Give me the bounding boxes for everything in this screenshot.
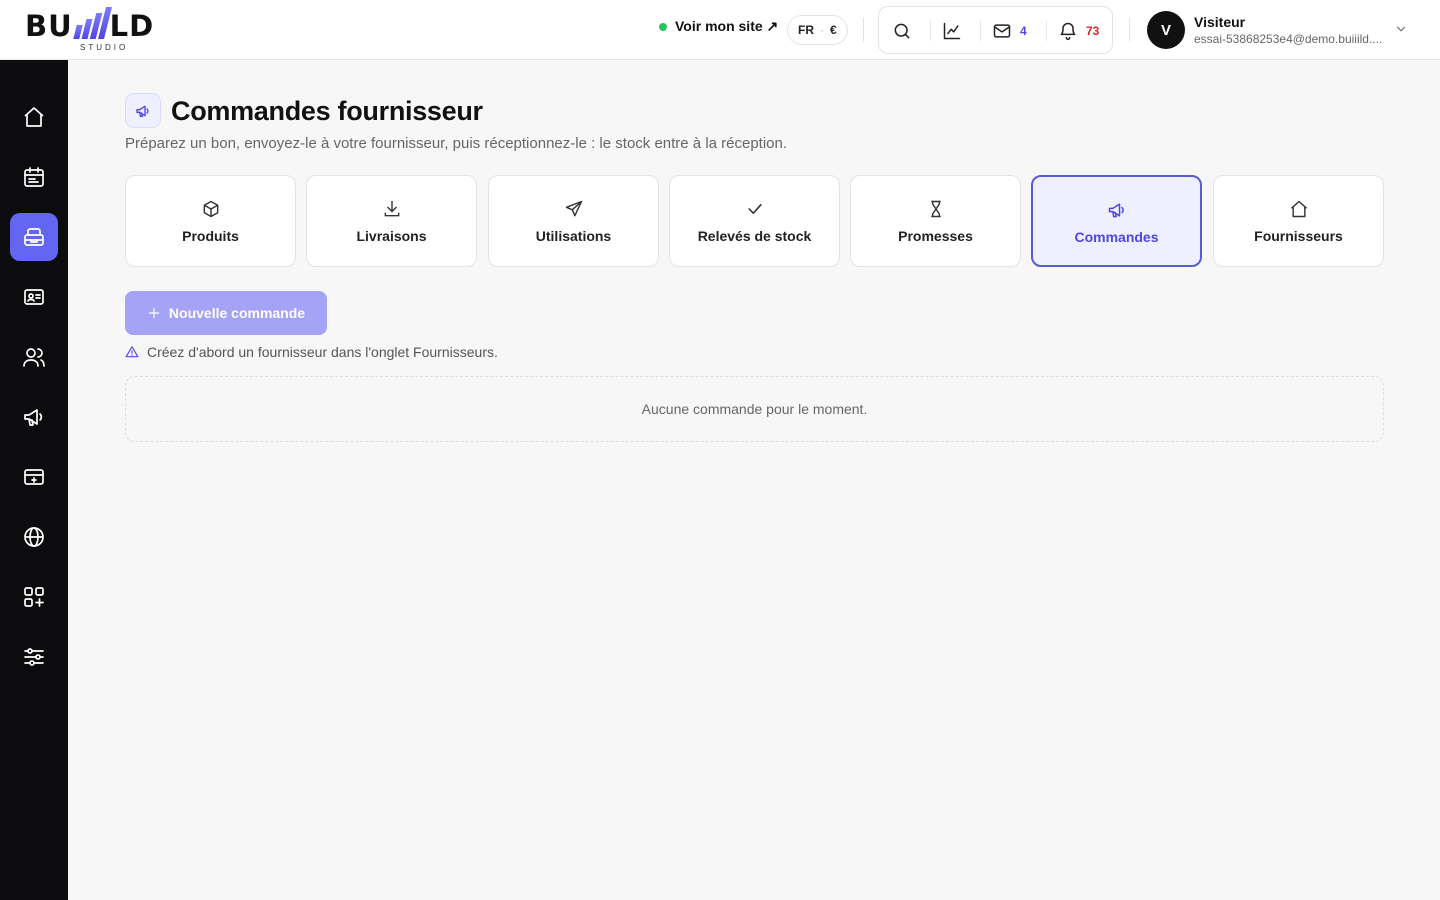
box-icon	[203, 200, 218, 218]
apps-add-icon	[24, 587, 44, 607]
language-currency-selector[interactable]: FR · €	[787, 15, 848, 45]
sidebar-item-website[interactable]	[10, 513, 58, 561]
online-status-dot	[659, 22, 667, 31]
notifications-button[interactable]: 73	[1046, 19, 1100, 43]
supplier-warning: Créez d'abord un fournisseur dans l'ongl…	[125, 344, 498, 360]
tab-utilisations[interactable]: Utilisations	[488, 175, 659, 267]
contact-card-icon	[24, 289, 44, 305]
sidebar	[0, 60, 68, 900]
sidebar-item-settings[interactable]	[10, 633, 58, 681]
tab-produits[interactable]: Produits	[125, 175, 296, 267]
user-menu[interactable]: V Visiteur essai-53868253e4@demo.buiiild…	[1147, 11, 1392, 49]
search-button[interactable]	[892, 19, 912, 43]
logo-subtitle: STUDIO	[80, 43, 129, 52]
chart-line-icon	[943, 22, 961, 40]
toolbar-divider	[1046, 21, 1047, 41]
sidebar-item-payments[interactable]	[10, 453, 58, 501]
tab-label: Promesses	[898, 228, 973, 244]
sidebar-item-home[interactable]	[10, 93, 58, 141]
download-icon	[384, 200, 399, 217]
megaphone-icon	[1108, 203, 1124, 218]
empty-state-text: Aucune commande pour le moment.	[641, 401, 868, 417]
chevron-down-icon[interactable]	[1394, 22, 1408, 36]
notifications-count-badge: 73	[1086, 24, 1100, 38]
tab-label: Produits	[182, 228, 239, 244]
warning-text: Créez d'abord un fournisseur dans l'ongl…	[147, 344, 498, 360]
language-code: FR	[798, 23, 814, 37]
page-subtitle: Préparez un bon, envoyez-le à votre four…	[125, 135, 788, 152]
page-title: Commandes fournisseur	[171, 96, 483, 126]
home-icon	[24, 107, 44, 127]
inventory-icon	[24, 228, 44, 246]
sidebar-item-contacts[interactable]	[10, 273, 58, 321]
inventory-tabs: Produits Livraisons Utilisations Relevés…	[125, 175, 1384, 267]
users-icon	[23, 348, 45, 367]
warning-triangle-icon	[125, 346, 139, 358]
megaphone-icon	[24, 409, 43, 426]
separator-dot: ·	[820, 23, 824, 37]
toolbar-divider	[980, 21, 981, 41]
user-email: essai-53868253e4@demo.buiiild....	[1194, 31, 1383, 46]
view-site-label: Voir mon site ↗	[675, 18, 779, 34]
header-toolbar: 4 73	[878, 6, 1113, 54]
currency-symbol: €	[830, 23, 837, 37]
brand-logo[interactable]: BU LD STUDIO	[25, 7, 185, 53]
header-divider	[1129, 18, 1130, 42]
hourglass-icon	[930, 200, 941, 218]
sidebar-item-marketing[interactable]	[10, 393, 58, 441]
plus-icon	[148, 307, 160, 319]
sidebar-item-users[interactable]	[10, 333, 58, 381]
logo-text-right: LD	[109, 9, 155, 43]
search-icon	[894, 23, 910, 39]
tab-commandes[interactable]: Commandes	[1031, 175, 1202, 267]
sidebar-item-inventory[interactable]	[10, 213, 58, 261]
logo-bars-icon	[72, 7, 112, 39]
calendar-icon	[24, 167, 44, 187]
tab-label: Livraisons	[356, 228, 427, 244]
top-bar: BU LD STUDIO Voir mon site ↗ FR · € 4 73…	[0, 0, 1440, 60]
logo-text-left: BU	[25, 9, 73, 43]
new-order-button[interactable]: Nouvelle commande	[125, 291, 327, 335]
avatar: V	[1147, 11, 1185, 49]
new-order-label: Nouvelle commande	[168, 305, 306, 321]
view-site-link[interactable]: Voir mon site ↗	[659, 18, 778, 35]
tab-label: Fournisseurs	[1254, 228, 1343, 244]
messages-button[interactable]: 4	[980, 19, 1027, 43]
page-title-icon	[125, 93, 161, 128]
tab-label: Commandes	[1074, 229, 1159, 245]
bell-icon	[1060, 22, 1076, 41]
analytics-button[interactable]	[930, 19, 962, 43]
mail-icon	[993, 24, 1011, 38]
payment-card-icon	[24, 469, 44, 485]
user-name: Visiteur	[1194, 13, 1246, 30]
globe-icon	[24, 527, 44, 547]
header-divider	[863, 18, 864, 42]
tab-label: Relevés de stock	[697, 228, 812, 244]
home-icon	[1290, 200, 1307, 218]
empty-state: Aucune commande pour le moment.	[125, 376, 1384, 442]
sliders-icon	[24, 648, 44, 666]
check-icon	[747, 204, 762, 214]
toolbar-divider	[930, 21, 931, 41]
tab-label: Utilisations	[535, 228, 612, 244]
tab-livraisons[interactable]: Livraisons	[306, 175, 477, 267]
sidebar-item-apps[interactable]	[10, 573, 58, 621]
tab-fournisseurs[interactable]: Fournisseurs	[1213, 175, 1384, 267]
megaphone-icon	[136, 105, 149, 117]
send-icon	[565, 200, 582, 217]
tab-promesses[interactable]: Promesses	[850, 175, 1021, 267]
tab-releves-de-stock[interactable]: Relevés de stock	[669, 175, 840, 267]
sidebar-item-calendar[interactable]	[10, 153, 58, 201]
messages-count-badge: 4	[1020, 24, 1027, 38]
